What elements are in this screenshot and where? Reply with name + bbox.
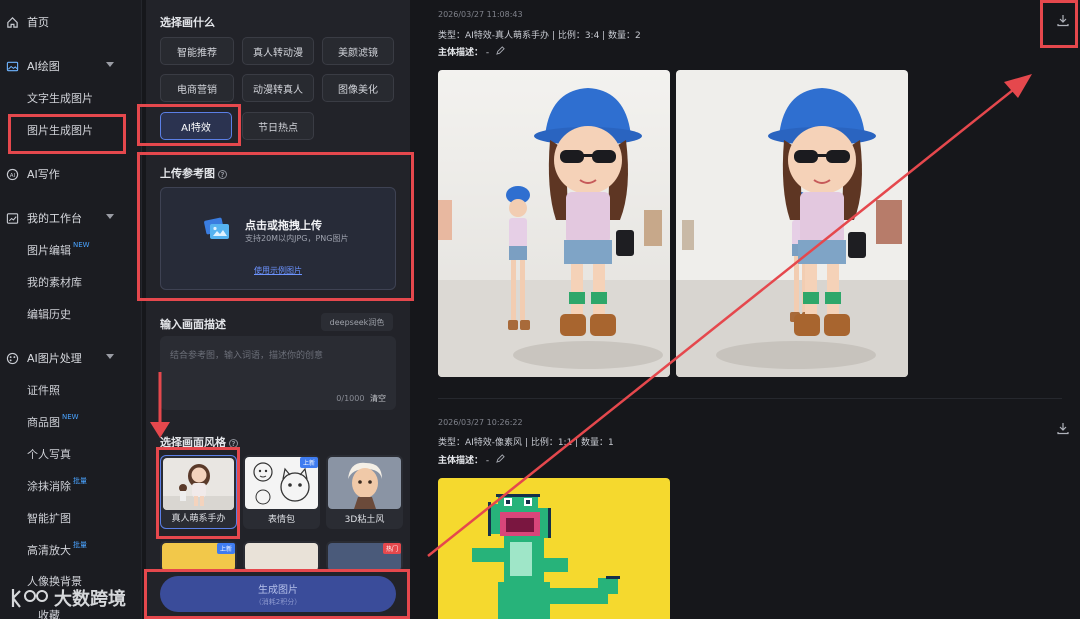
chevron-down-icon	[106, 214, 114, 219]
generate-button[interactable]: 生成图片 （消耗2积分）	[160, 576, 396, 612]
nav-ai-write[interactable]: AI AI写作	[0, 160, 142, 188]
nav-erase-label: 涂抹消除	[27, 480, 71, 493]
sidebar: 首页 AI绘图 文字生成图片 图片生成图片 AI AI写作 我的工作台 图片编辑…	[0, 0, 142, 619]
style-thumb-clay	[328, 457, 401, 509]
nav-ai-draw-label: AI绘图	[27, 60, 60, 73]
nav-workspace[interactable]: 我的工作台	[0, 204, 142, 232]
style-label-clay: 3D粘土风	[344, 515, 385, 525]
home-icon	[5, 15, 19, 29]
hot-tag: 热门	[382, 543, 401, 554]
deepseek-polish-button[interactable]: deepseek润色	[321, 313, 393, 331]
chip-ai-effect[interactable]: AI特效	[160, 112, 232, 140]
watermark-logo: 大数跨境	[10, 585, 126, 611]
nav-ai-draw[interactable]: AI绘图	[0, 52, 142, 80]
svg-text:AI: AI	[9, 172, 15, 178]
nav-erase[interactable]: 涂抹消除 批量	[27, 476, 87, 496]
style-card-row2-1[interactable]: 上新	[160, 541, 237, 571]
nav-active-highlight	[8, 114, 126, 154]
batch-badge: 批量	[73, 541, 87, 549]
nav-workspace-label: 我的工作台	[27, 212, 82, 225]
chip-real-to-anime[interactable]: 真人转动漫	[242, 37, 314, 65]
clear-button[interactable]: 清空	[370, 394, 386, 403]
chart-icon	[5, 211, 19, 225]
style-card-row2-2[interactable]	[243, 541, 320, 571]
chevron-down-icon	[106, 354, 114, 359]
help-icon: ?	[229, 438, 238, 448]
nav-home-label: 首页	[27, 16, 49, 29]
description-textarea[interactable]: 结合参考图，输入词语，描述你的创意 0/1000 清空	[160, 336, 396, 410]
style-card-figure[interactable]: 真人萌系手办	[160, 455, 237, 529]
nav-image-edit[interactable]: 图片编辑 NEW	[27, 240, 90, 260]
style-card-row2-3[interactable]: 热门	[326, 541, 403, 571]
nav-portrait[interactable]: 个人写真	[27, 444, 71, 464]
upload-dropzone[interactable]: 点击或拖拽上传 支持20M以内JPG，PNG图片 使用示例图片	[160, 187, 396, 290]
nav-hd-upscale-label: 高清放大	[27, 544, 71, 557]
nav-product-image-label: 商品图	[27, 416, 60, 429]
upload-sub-text: 支持20M以内JPG，PNG图片	[245, 234, 349, 243]
style-label-sticker: 表情包	[267, 515, 295, 525]
chip-anime-to-real[interactable]: 动漫转真人	[242, 74, 314, 102]
style-card-clay[interactable]: 3D粘土风	[326, 455, 403, 529]
new-tag: 上新	[299, 457, 318, 468]
nav-id-photo[interactable]: 证件照	[27, 380, 60, 400]
ai-write-icon: AI	[5, 167, 19, 181]
chip-smart-recommend[interactable]: 智能推荐	[160, 37, 234, 65]
chip-holiday[interactable]: 节日热点	[242, 112, 314, 140]
upload-main-text: 点击或拖拽上传	[245, 219, 322, 232]
watermark-text: 大数跨境	[54, 589, 126, 610]
new-badge: NEW	[62, 413, 79, 421]
nav-materials[interactable]: 我的素材库	[27, 272, 82, 292]
style-card-sticker[interactable]: 上新 表情包	[243, 455, 320, 529]
nav-product-image[interactable]: 商品图 NEW	[27, 412, 79, 432]
upload-title: 上传参考图?	[160, 165, 227, 181]
chip-ecommerce[interactable]: 电商营销	[160, 74, 234, 102]
upload-title-label: 上传参考图	[160, 167, 215, 180]
help-icon: ?	[218, 169, 227, 179]
nav-ai-image-process-label: AI图片处理	[27, 352, 82, 365]
results-area: 2026/03/27 11:08:43 类型：AI特效-真人萌系手办 | 比例：…	[420, 0, 1080, 619]
generate-label: 生成图片	[258, 585, 298, 596]
nav-history[interactable]: 编辑历史	[27, 304, 71, 324]
nav-hd-upscale[interactable]: 高清放大 批量	[27, 540, 87, 560]
new-badge: NEW	[73, 241, 90, 249]
nav-smart-expand[interactable]: 智能扩图	[27, 508, 71, 528]
image-icon	[5, 59, 19, 73]
batch-badge: 批量	[73, 477, 87, 485]
watermark-icon	[11, 589, 48, 608]
chip-image-beautify[interactable]: 图像美化	[322, 74, 394, 102]
choose-title: 选择画什么	[160, 16, 215, 29]
desc-title: 输入画面描述	[160, 318, 226, 331]
chip-beauty-filter[interactable]: 美颜滤镜	[322, 37, 394, 65]
char-counter: 0/1000 清空	[336, 393, 386, 404]
generate-cost: （消耗2积分）	[254, 598, 302, 606]
nav-image-edit-label: 图片编辑	[27, 244, 71, 257]
nav-ai-image-process[interactable]: AI图片处理	[0, 344, 142, 372]
sample-image-link[interactable]: 使用示例图片	[161, 265, 395, 276]
nav-text-to-image[interactable]: 文字生成图片	[27, 88, 93, 108]
palette-icon	[5, 351, 19, 365]
style-thumb-figure	[163, 458, 234, 510]
annotation-arrow	[427, 74, 1032, 557]
style-label-figure: 真人萌系手办	[171, 514, 226, 524]
description-placeholder: 结合参考图，输入词语，描述你的创意	[170, 351, 324, 361]
nav-home[interactable]: 首页	[0, 8, 142, 36]
annotation-down-arrow	[150, 372, 170, 438]
creation-panel: 选择画什么 智能推荐 真人转动漫 美颜滤镜 电商营销 动漫转真人 图像美化 AI…	[137, 0, 414, 619]
style-thumb-row2-2	[245, 543, 318, 571]
chevron-down-icon	[106, 62, 114, 67]
upload-image-icon	[203, 216, 231, 242]
new-tag: 上新	[216, 543, 235, 554]
nav-ai-write-label: AI写作	[27, 168, 60, 181]
char-count: 0/1000	[336, 394, 365, 403]
